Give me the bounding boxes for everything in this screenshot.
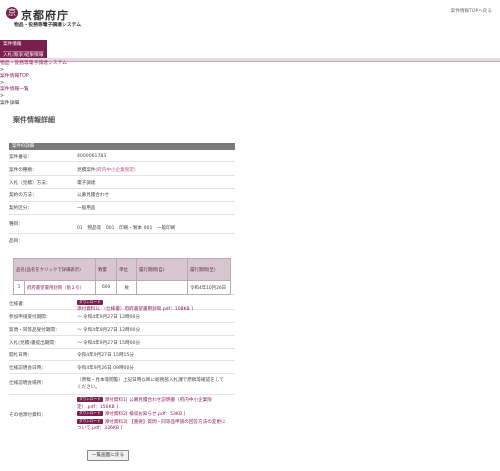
case-number-row: 案件番号： 4000061783 — [9, 151, 235, 162]
row-number: 1 — [13, 280, 25, 295]
items-table: 品名(品名をクリックで詳細表示) 数量 単位 履行期間(自) 履行期間(至) 1… — [12, 258, 231, 295]
top-link[interactable]: 案件情報TOPへ戻る — [451, 8, 492, 14]
case-kind-row: 案件の種類： 見積案件(府内中小企業限定) — [9, 162, 235, 176]
division-row: 契約区分： 一般用品 — [9, 202, 235, 215]
col-header-name: 品名(品名をクリックで詳細表示) — [12, 258, 97, 281]
item-from — [136, 280, 189, 295]
contract-label: 契約の方法： — [9, 193, 37, 198]
question-label: 質問・同等品受付期間： — [9, 328, 60, 333]
system-name: 物品・役務等電子調達システム — [14, 23, 82, 28]
bid-period-value: ～ 令和4年9月27日 15時00分 — [77, 341, 141, 346]
section-header: 案件の詳細 — [9, 143, 235, 150]
breadcrumb-case-list[interactable]: 案件情報一覧 — [0, 87, 67, 94]
crest-icon: 京 — [6, 7, 18, 19]
contract-row: 契約の方法： 公募見積合わせ — [9, 189, 235, 202]
category-label: 種目： — [9, 222, 23, 227]
registration-label: 参加申請受付期間： — [9, 315, 51, 320]
category-row: 種目： 01 物品等 001 印刷・製本 001 一般印刷 — [9, 215, 235, 234]
attachment-link[interactable]: 添付資料2[ 検収お知らせ.pdf：53KB ] — [105, 412, 186, 417]
explain-place-label: 仕様説明会場所： — [9, 381, 46, 386]
opening-label: 開札日時： — [9, 353, 32, 358]
nav-divider — [0, 58, 500, 62]
case-kind-label: 案件の種類： — [9, 168, 37, 173]
bid-period-label: 入札(見積)書提出期間： — [9, 341, 59, 346]
explain-place-row: 仕様説明会場所： （原稿・見本等閲覧）上記日時以降に総務部入札課で原稿等確認をし… — [9, 374, 235, 395]
case-number-label: 案件番号： — [9, 155, 32, 160]
method-label: 入札（見積）方法： — [9, 181, 51, 186]
table-row: 1 府府書望書用封筒（角２号） 600 枚 令和4年10月26日 — [13, 280, 231, 295]
explain-date-label: 仕様説明会日時： — [9, 366, 46, 371]
col-header-qty: 数量 — [95, 258, 118, 281]
breadcrumb: 物品・役務等電子調達システム > 案件情報TOP > 案件情報一覧 > 案件詳細 — [0, 61, 67, 107]
breadcrumb-system[interactable]: 物品・役務等電子調達システム — [0, 61, 67, 68]
items-label: 品目： — [9, 239, 23, 244]
explain-date-value: 令和4年9月26日 09時00分 — [77, 366, 134, 371]
page-title: 案件情報詳細 — [13, 116, 55, 124]
nav-case-info-button[interactable]: 案件情報 — [3, 42, 21, 47]
breadcrumb-case-top[interactable]: 案件情報TOP — [0, 74, 67, 81]
question-value: ～ 令和4年9月27日 12時00分 — [77, 328, 141, 333]
item-to: 令和4年10月26日 — [187, 280, 231, 295]
category-value: 01 物品等 001 印刷・製本 001 一般印刷 — [77, 226, 176, 231]
back-to-list-button[interactable]: 一覧画面に戻る — [87, 450, 129, 461]
registration-row: 参加申請受付期間： ～ 令和4年9月27日 12時00分 — [9, 310, 235, 323]
attachments-row: その他添付資料： ダウンロード 添付資料1[ 公募見積合わせ説明書（府内中小企業限… — [9, 395, 235, 441]
opening-value: 令和4年9月27日 15時15分 — [77, 353, 134, 358]
question-row: 質問・同等品受付期間： ～ 令和4年9月27日 12時00分 — [9, 323, 235, 336]
bid-period-row: 入札(見積)書提出期間： ～ 令和4年9月27日 15時00分 — [9, 336, 235, 349]
download-button[interactable]: ダウンロード — [77, 300, 103, 305]
division-value: 一般用品 — [77, 206, 96, 211]
attachments-label: その他添付資料： — [9, 413, 46, 418]
download-button[interactable]: ダウンロード — [77, 418, 103, 424]
division-label: 契約区分： — [9, 206, 32, 211]
download-button[interactable]: ダウンロード — [77, 411, 103, 416]
download-button[interactable]: ダウンロード — [77, 397, 103, 402]
method-value: 電子調達 — [77, 181, 96, 186]
breadcrumb-sep: > — [0, 93, 5, 99]
case-kind-value: 見積案件 — [77, 168, 96, 173]
nav-menu: 案件情報 入札(競争)結果情報 — [0, 40, 47, 58]
col-header-to: 履行期間(至) — [187, 258, 231, 281]
method-row: 入札（見積）方法： 電子調達 — [9, 176, 235, 189]
breadcrumb-current: 案件詳細 — [0, 100, 20, 106]
item-name-link[interactable]: 府府書望書用封筒（角２号） — [27, 286, 84, 291]
explain-date-row: 仕様説明会日時： 令和4年9月26日 09時00分 — [9, 361, 235, 374]
case-number-value: 4000061783 — [77, 154, 107, 159]
spec-label: 仕様書： — [9, 302, 28, 307]
col-header-from: 履行期間(自) — [136, 258, 189, 281]
contract-value: 公募見積合わせ — [77, 193, 110, 198]
spec-row: 仕様書： ダウンロード 添付資料1[ （仕様書）府府書望書用封筒.pdf：108… — [9, 295, 235, 312]
registration-value: ～ 令和4年9月27日 12時00分 — [77, 315, 141, 320]
item-qty: 600 — [95, 280, 118, 295]
item-unit: 枚 — [116, 280, 138, 295]
opening-row: 開札日時： 令和4年9月27日 15時15分 — [9, 349, 235, 361]
explain-place-value: （原稿・見本等閲覧）上記日時以降に総務部入札課で原稿等確認をしてください。 — [77, 378, 224, 390]
case-kind-link[interactable]: (府内中小企業限定) — [95, 168, 135, 173]
col-header-unit: 単位 — [116, 258, 138, 281]
